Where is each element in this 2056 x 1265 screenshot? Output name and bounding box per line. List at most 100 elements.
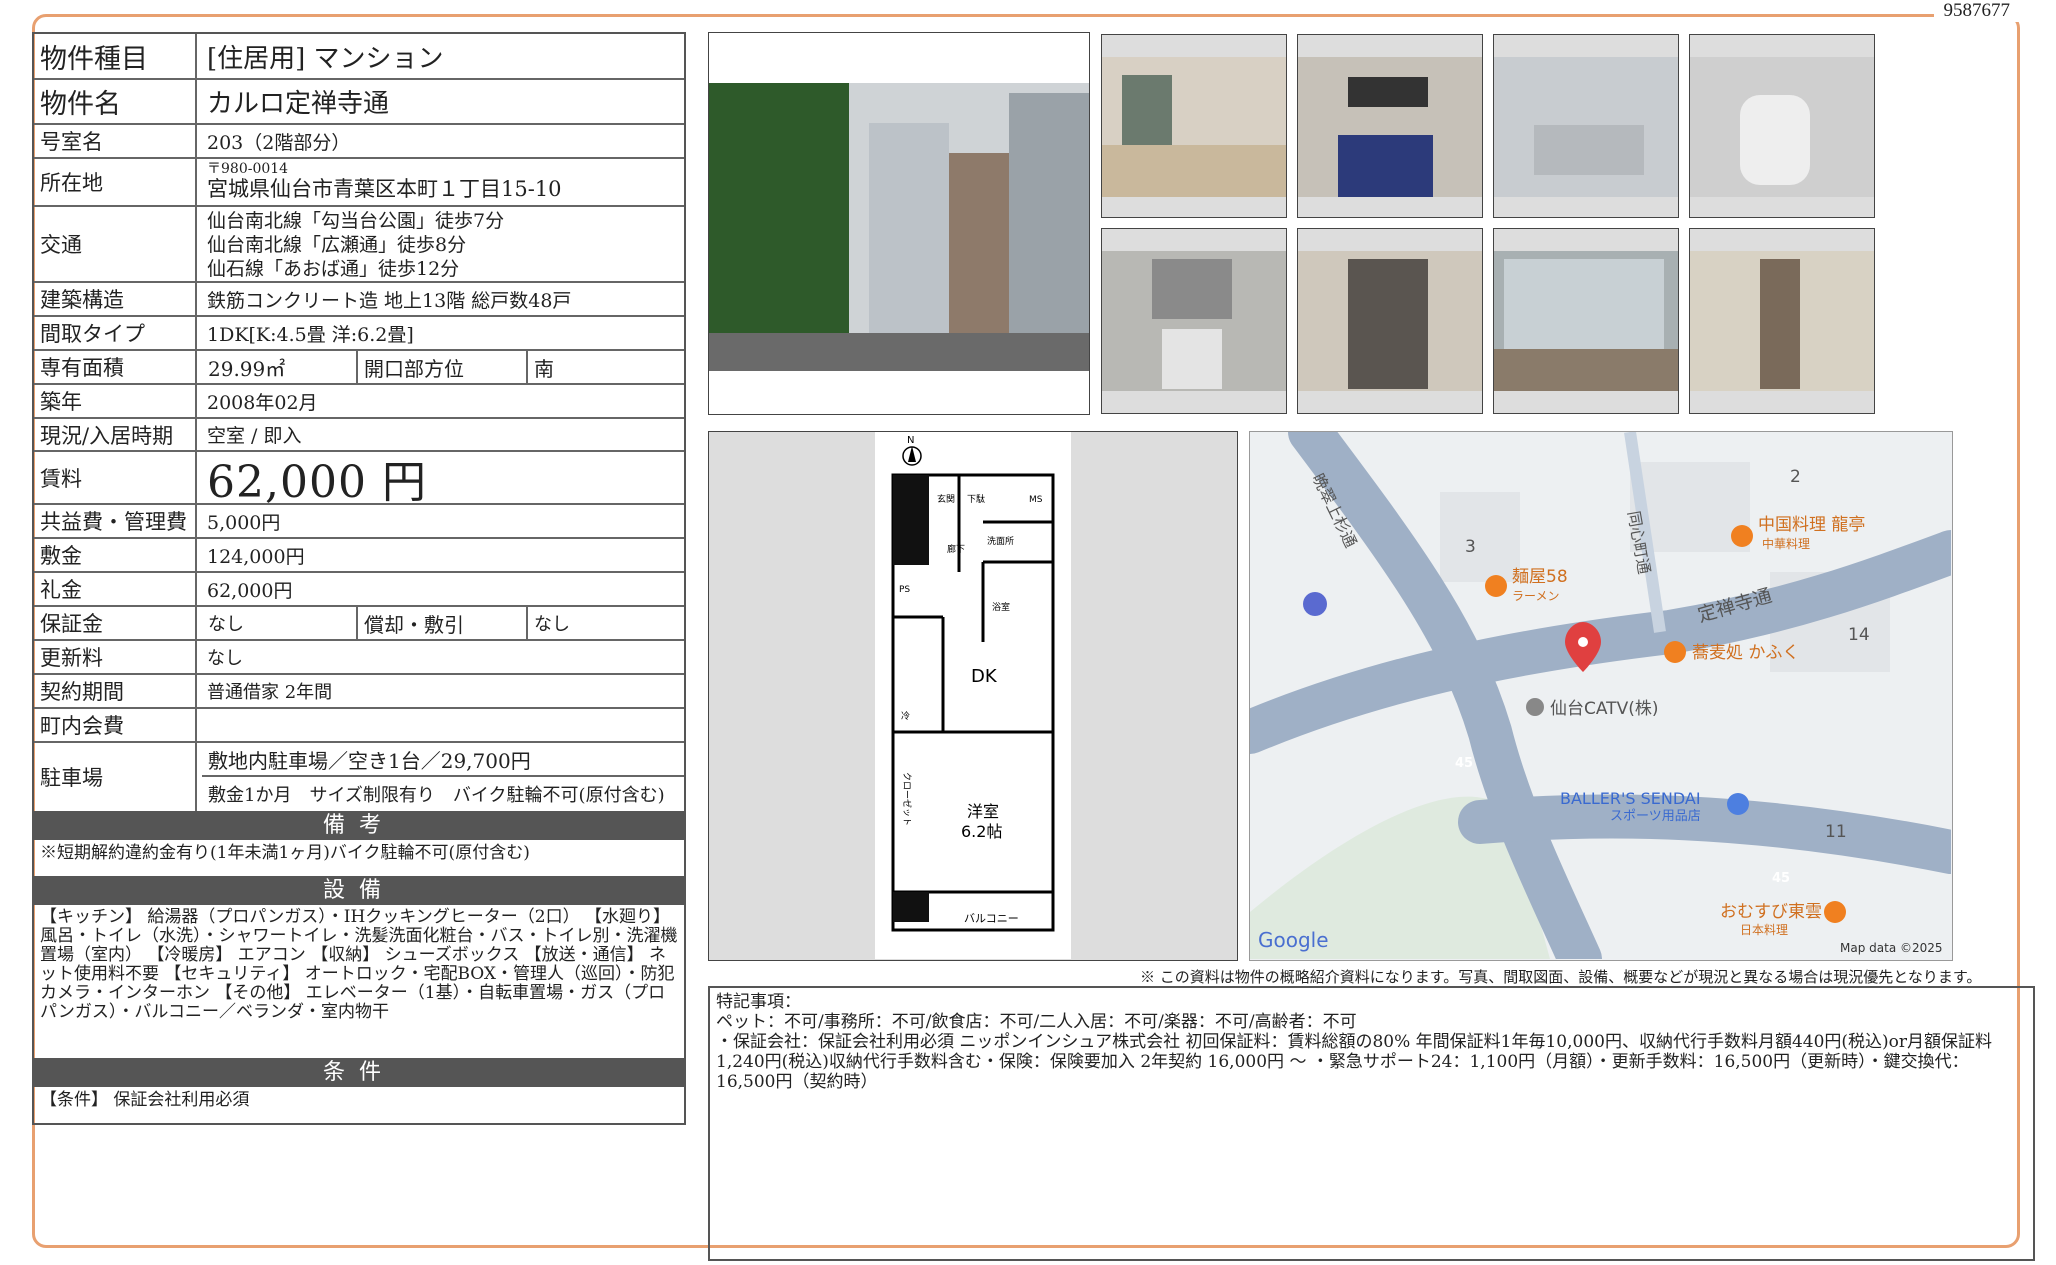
row-guarantee: 保証金 なし 償却・敷引 なし — [34, 607, 684, 641]
row-room: 号室名 203（2階部分） — [34, 125, 684, 159]
access-line: 仙台南北線「勾当台公園」徒歩7分 — [207, 210, 505, 232]
label-layout: 間取タイプ — [34, 317, 197, 349]
value-keymoney: 62,000円 — [207, 579, 293, 602]
ms-label: MS — [1029, 495, 1043, 505]
row-rent: 賃料 62,000 円 — [34, 452, 684, 508]
label-name: 物件名 — [34, 80, 197, 123]
value-renewal: なし — [207, 648, 243, 669]
document-id: 9587677 — [1933, 0, 2020, 22]
route-45-b: 45 — [1772, 871, 1790, 886]
floor-plan: N 玄関 下駄 MS PS 廊下 洗面所 浴室 冷 クローゼット バルコニー D… — [708, 431, 1238, 961]
floor-plan-drawing: N 玄関 下駄 MS PS 廊下 洗面所 浴室 冷 クローゼット バルコニー D… — [875, 432, 1071, 959]
room-photo-8 — [1689, 228, 1875, 414]
label-guarantee: 保証金 — [34, 607, 197, 639]
map-drawing: 晩翠上杉通 同心町通 定禅寺通 中国料理 龍亭 中華料理 麺屋58 ラーメン 蕎… — [1250, 432, 1951, 959]
google-logo: Google — [1258, 928, 1329, 952]
equipment-header: 設備 — [34, 876, 684, 905]
value-room: 203（2階部分） — [207, 131, 351, 154]
label-status: 現況/入居時期 — [34, 419, 197, 450]
row-address: 所在地 〒980-0014 宮城県仙台市青葉区本町１丁目15-10 — [34, 159, 684, 207]
value-type: [住居用] マンション — [207, 43, 444, 74]
place-ballers-type: スポーツ用品店 — [1610, 809, 1701, 824]
room-photo-4 — [1689, 34, 1875, 218]
notes-line-1: ペット：不可/事務所：不可/飲食店：不可/二人入居：不可/楽器：不可/高齢者：不… — [716, 1012, 1357, 1032]
label-amortization: 償却・敷引 — [356, 607, 520, 639]
room-photo-6 — [1297, 228, 1483, 414]
place-ballers: BALLER'S SENDAI — [1560, 789, 1701, 808]
label-contract: 契約期間 — [34, 675, 197, 707]
equipment-text: 【キッチン】 給湯器（プロパンガス）・IHクッキングヒーター（2口） 【水廻り】… — [40, 907, 678, 1022]
row-parking: 駐車場 敷地内駐車場／空き1台／29,700円 敷金1か月 サイズ制限有り バイ… — [34, 743, 684, 811]
building-photo — [708, 32, 1090, 415]
route-45-a: 45 — [1455, 756, 1473, 771]
map-attribution: Map data ©2025 — [1840, 941, 1943, 955]
place-omusubi: おむすび東雲 — [1720, 902, 1822, 922]
closet-label: クローゼット — [901, 772, 913, 826]
conditions-header: 条件 — [34, 1058, 684, 1087]
label-rent: 賃料 — [34, 452, 197, 503]
place-menya: 麺屋58 — [1512, 567, 1568, 587]
label-access: 交通 — [34, 207, 197, 281]
western-label: 洋室 — [967, 802, 999, 821]
row-area: 専有面積 29.99㎡ 開口部方位 南 — [34, 351, 684, 385]
balcony-label: バルコニー — [964, 912, 1019, 925]
value-parking-2: 敷金1か月 サイズ制限有り バイク駐輪不可(原付含む) — [208, 785, 665, 806]
notes-title: 特記事項： — [716, 992, 801, 1012]
value-fee: 5,000円 — [207, 511, 281, 534]
label-renewal: 更新料 — [34, 641, 197, 673]
place-ryutei: 中国料理 龍亭 — [1758, 515, 1865, 535]
block-3: 3 — [1465, 537, 1476, 557]
label-direction: 開口部方位 — [356, 351, 520, 383]
label-area: 専有面積 — [34, 351, 197, 383]
place-ryutei-type: 中華料理 — [1762, 536, 1810, 551]
label-structure: 建築構造 — [34, 283, 197, 315]
place-menya-type: ラーメン — [1512, 589, 1560, 603]
north-label: N — [907, 435, 914, 446]
row-association: 町内会費 — [34, 709, 684, 743]
row-keymoney: 礼金 62,000円 — [34, 573, 684, 607]
wash-label: 洗面所 — [987, 535, 1014, 547]
entrance-label: 玄関 — [937, 493, 955, 505]
block-14: 14 — [1848, 625, 1870, 645]
value-contract: 普通借家 2年間 — [207, 682, 333, 703]
row-name: 物件名 カルロ定禅寺通 — [34, 80, 684, 125]
room-photo-2 — [1297, 34, 1483, 218]
room-photo-5 — [1101, 228, 1287, 414]
row-access: 交通 仙台南北線「勾当台公園」徒歩7分 仙台南北線「広瀬通」徒歩8分 仙石線「あ… — [34, 207, 684, 283]
remarks-text: ※短期解約違約金有り(1年未満1ヶ月)バイク駐輪不可(原付含む) — [40, 843, 530, 863]
label-keymoney: 礼金 — [34, 573, 197, 605]
access-line: 仙石線「あおば通」徒歩12分 — [207, 258, 460, 280]
bath-label: 浴室 — [992, 601, 1010, 613]
label-address: 所在地 — [34, 159, 197, 205]
value-association — [207, 709, 680, 741]
value-guarantee: なし — [208, 614, 244, 635]
label-built: 築年 — [34, 385, 197, 417]
label-room: 号室名 — [34, 125, 197, 157]
row-built: 築年 2008年02月 — [34, 385, 684, 419]
place-omusubi-type: 日本料理 — [1740, 923, 1788, 937]
conditions-text: 【条件】 保証会社利用必須 — [40, 1090, 250, 1110]
place-catv: 仙台CATV(株) — [1550, 699, 1658, 719]
row-deposit: 敷金 124,000円 — [34, 539, 684, 573]
label-association: 町内会費 — [34, 709, 197, 741]
label-type: 物件種目 — [34, 34, 197, 78]
address-zip: 〒980-0014 — [207, 161, 289, 177]
disclaimer: ※ この資料は物件の概略紹介資料になります。写真、間取図面、設備、概要などが現況… — [1140, 968, 1982, 986]
value-area: 29.99㎡ — [208, 356, 286, 381]
value-rent: 62,000 円 — [207, 456, 427, 508]
shoes-label: 下駄 — [967, 493, 985, 505]
dk-label: DK — [971, 666, 998, 687]
value-layout: 1DK[K:4.5畳 洋:6.2畳] — [207, 323, 414, 346]
value-address: 〒980-0014 宮城県仙台市青葉区本町１丁目15-10 — [207, 159, 680, 205]
row-layout: 間取タイプ 1DK[K:4.5畳 洋:6.2畳] — [34, 317, 684, 351]
location-map[interactable]: 晩翠上杉通 同心町通 定禅寺通 中国料理 龍亭 中華料理 麺屋58 ラーメン 蕎… — [1249, 431, 1953, 961]
ps-label: PS — [899, 585, 910, 595]
room-photo-3 — [1493, 34, 1679, 218]
label-parking: 駐車場 — [34, 743, 197, 811]
place-kafuku: 蕎麦処 かふく — [1692, 643, 1799, 663]
corridor-label: 廊下 — [947, 543, 965, 555]
block-11: 11 — [1825, 822, 1847, 842]
label-fee: 共益費・管理費 — [34, 505, 197, 537]
row-structure: 建築構造 鉄筋コンクリート造 地上13階 総戸数48戸 — [34, 283, 684, 317]
address-main: 宮城県仙台市青葉区本町１丁目15-10 — [207, 177, 562, 201]
